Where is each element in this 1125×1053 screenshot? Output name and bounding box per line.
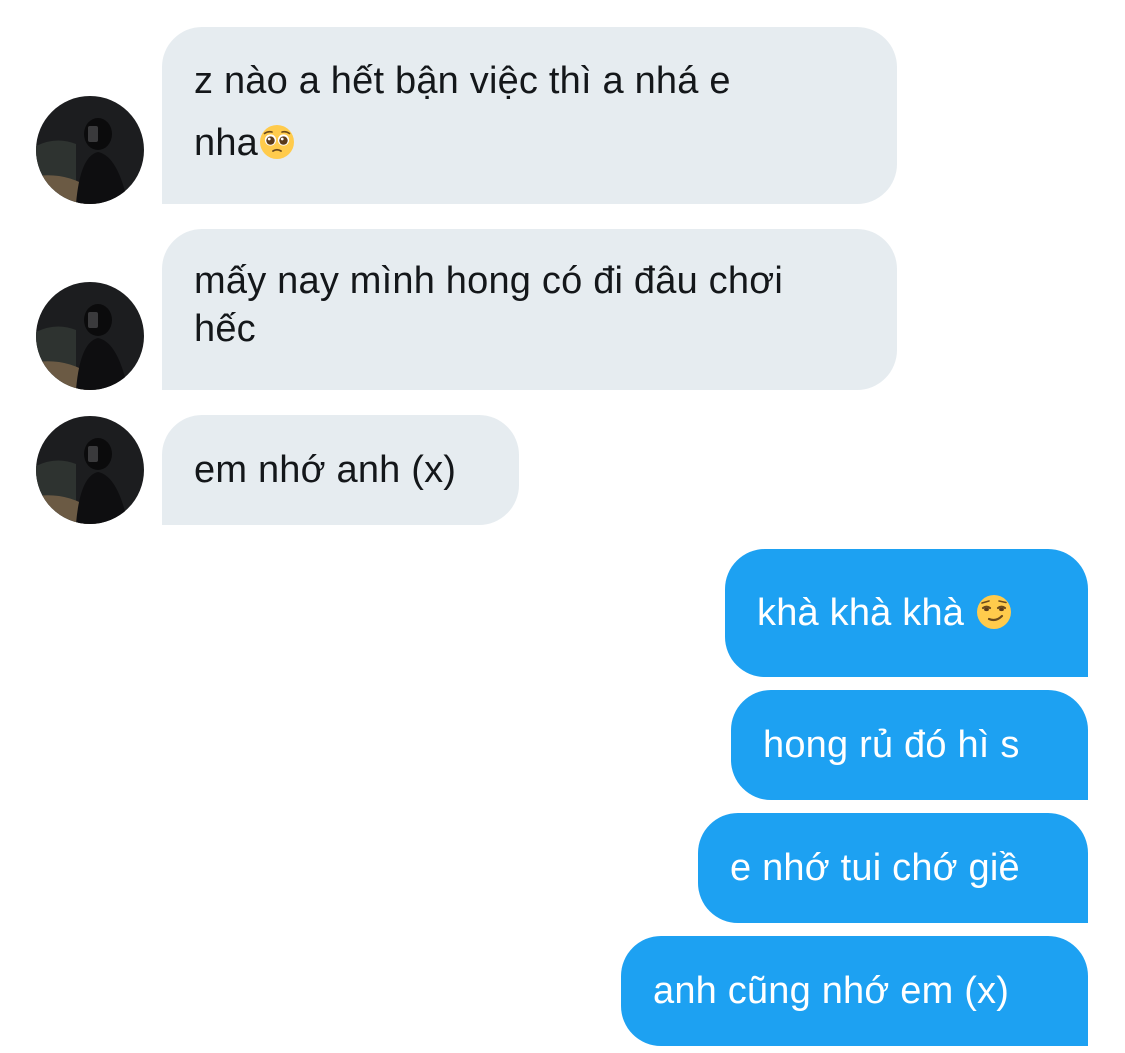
conversation-view: z nào a hết bận việc thì a nhá e nha mấy…: [0, 0, 1125, 1053]
received-message-bubble[interactable]: mấy nay mình hong có đi đâu chơi hếc: [162, 229, 897, 390]
avatar-photo-icon: [36, 282, 144, 390]
message-text: z nào a hết bận việc thì a nhá e: [194, 60, 731, 102]
avatar-photo-icon: [36, 96, 144, 204]
sent-message-bubble[interactable]: khà khà khà: [725, 549, 1088, 677]
received-message-bubble[interactable]: z nào a hết bận việc thì a nhá e nha: [162, 27, 897, 204]
message-text: em nhớ anh (x): [194, 449, 457, 491]
message-text: mấy nay mình hong có đi đâu chơi: [194, 260, 783, 302]
avatar-photo-icon: [36, 416, 144, 524]
sender-avatar[interactable]: [36, 416, 144, 524]
message-text: hong rủ đó hì s: [763, 724, 1020, 766]
message-text: e nhớ tui chớ giề: [730, 847, 1020, 889]
sender-avatar[interactable]: [36, 96, 144, 204]
smirking-face-emoji-icon: [975, 593, 1013, 631]
sender-avatar[interactable]: [36, 282, 144, 390]
message-text: anh cũng nhớ em (x): [653, 970, 1010, 1012]
received-message-bubble[interactable]: em nhớ anh (x): [162, 415, 519, 525]
message-text: hếc: [194, 308, 256, 350]
message-text: nha: [194, 122, 259, 164]
pleading-face-emoji-icon: [258, 123, 296, 161]
sent-message-bubble[interactable]: anh cũng nhớ em (x): [621, 936, 1088, 1046]
sent-message-bubble[interactable]: e nhớ tui chớ giề: [698, 813, 1088, 923]
sent-message-bubble[interactable]: hong rủ đó hì s: [731, 690, 1088, 800]
message-text: khà khà khà: [757, 592, 975, 634]
